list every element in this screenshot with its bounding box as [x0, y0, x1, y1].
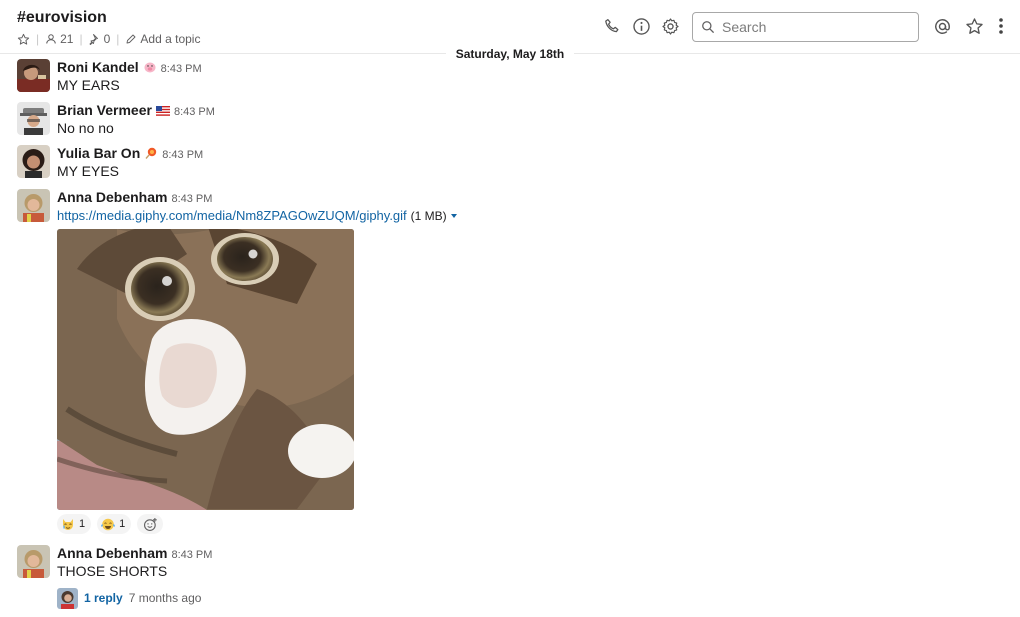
- search-icon: [702, 21, 714, 33]
- date-divider-label[interactable]: Saturday, May 18th: [445, 46, 575, 62]
- meta-divider: |: [79, 32, 83, 46]
- add-topic-label: Add a topic: [140, 32, 201, 46]
- pig-icon: [143, 60, 157, 73]
- info-icon: [632, 17, 650, 35]
- message-header: Anna Debenham 8:43 PM: [57, 189, 212, 205]
- kebab-menu-icon: [999, 18, 1003, 34]
- add-topic-button[interactable]: Add a topic: [125, 32, 200, 46]
- sender-name[interactable]: Brian Vermeer: [57, 102, 152, 118]
- pinned-button[interactable]: 0: [89, 32, 111, 46]
- sender-name[interactable]: Anna Debenham: [57, 189, 167, 205]
- meta-divider: |: [116, 32, 120, 46]
- at-sign-icon: [934, 18, 950, 34]
- thread-summary[interactable]: 1 reply 7 months ago: [57, 587, 201, 609]
- message-text: MY EARS: [57, 77, 120, 93]
- avatar[interactable]: [17, 59, 50, 92]
- message-header: Brian Vermeer 8:43 PM: [57, 102, 215, 118]
- avatar[interactable]: [17, 145, 50, 178]
- timestamp[interactable]: 8:43 PM: [171, 549, 212, 561]
- us-flag-icon: [155, 103, 170, 116]
- file-size: (1 MB): [410, 208, 447, 223]
- sender-name[interactable]: Anna Debenham: [57, 545, 167, 561]
- phone-icon: [605, 18, 619, 33]
- starred-items-button[interactable]: [964, 16, 984, 36]
- reply-count-link[interactable]: 1 reply: [84, 591, 123, 605]
- timestamp[interactable]: 8:43 PM: [174, 106, 215, 118]
- message[interactable]: Anna Debenham 8:43 PM https://media.giph…: [17, 189, 497, 225]
- message[interactable]: Anna Debenham 8:43 PM THOSE SHORTS: [17, 545, 417, 581]
- avatar[interactable]: [17, 545, 50, 578]
- gif-link[interactable]: https://media.giphy.com/media/Nm8ZPAGOwZ…: [57, 208, 407, 223]
- channel-title[interactable]: #eurovision: [17, 9, 107, 27]
- channel-details-button[interactable]: [631, 16, 651, 36]
- sender-name[interactable]: Roni Kandel: [57, 59, 139, 75]
- star-icon: [965, 17, 983, 34]
- add-emoji-icon: [143, 517, 157, 531]
- last-reply-time: 7 months ago: [128, 591, 202, 605]
- message-header: Roni Kandel 8:43 PM: [57, 59, 202, 75]
- reaction-bar: 1 1: [57, 514, 164, 534]
- add-reaction-button[interactable]: [137, 514, 164, 534]
- message[interactable]: Brian Vermeer 8:43 PM No no no: [17, 102, 417, 138]
- reaction-pill[interactable]: 1: [97, 514, 132, 534]
- pin-icon: [89, 34, 98, 45]
- timestamp[interactable]: 8:43 PM: [171, 193, 212, 205]
- reaction-pill[interactable]: 1: [57, 514, 92, 534]
- reaction-count: 1: [79, 518, 86, 530]
- search-box[interactable]: [692, 12, 919, 42]
- message[interactable]: Roni Kandel 8:43 PM MY EARS: [17, 59, 417, 95]
- sender-name[interactable]: Yulia Bar On: [57, 145, 140, 161]
- expand-caret-icon[interactable]: [450, 213, 457, 218]
- call-button[interactable]: [602, 16, 622, 36]
- members-button[interactable]: 21: [45, 32, 73, 46]
- meta-divider: |: [36, 32, 40, 46]
- laughing-crying-icon: [101, 518, 116, 530]
- file-link-row: https://media.giphy.com/media/Nm8ZPAGOwZ…: [57, 208, 457, 223]
- timestamp[interactable]: 8:43 PM: [162, 149, 203, 161]
- reaction-count: 1: [119, 518, 126, 530]
- crying-cat-icon: [63, 518, 73, 530]
- mentions-button[interactable]: [932, 16, 952, 36]
- timestamp[interactable]: 8:43 PM: [161, 63, 202, 75]
- lollipop-icon: [144, 146, 158, 159]
- message[interactable]: Yulia Bar On 8:43 PM MY EYES: [17, 145, 417, 181]
- star-outline-icon: [17, 33, 30, 45]
- person-icon: [46, 34, 56, 44]
- star-channel-button[interactable]: [17, 33, 30, 46]
- message-text: MY EYES: [57, 163, 119, 179]
- pinned-count: 0: [103, 32, 111, 46]
- reply-avatar: [57, 587, 78, 609]
- message-header: Yulia Bar On 8:43 PM: [57, 145, 203, 161]
- message-text: No no no: [57, 120, 114, 136]
- avatar[interactable]: [17, 102, 50, 135]
- more-options-button[interactable]: [991, 16, 1011, 36]
- search-input[interactable]: [722, 19, 902, 35]
- message-text: THOSE SHORTS: [57, 563, 168, 579]
- gear-icon: [661, 17, 679, 35]
- gif-preview-image[interactable]: [57, 229, 354, 510]
- avatar[interactable]: [17, 189, 50, 222]
- pencil-icon: [126, 34, 136, 44]
- members-count: 21: [60, 32, 74, 46]
- message-header: Anna Debenham 8:43 PM: [57, 545, 212, 561]
- channel-settings-button[interactable]: [660, 16, 680, 36]
